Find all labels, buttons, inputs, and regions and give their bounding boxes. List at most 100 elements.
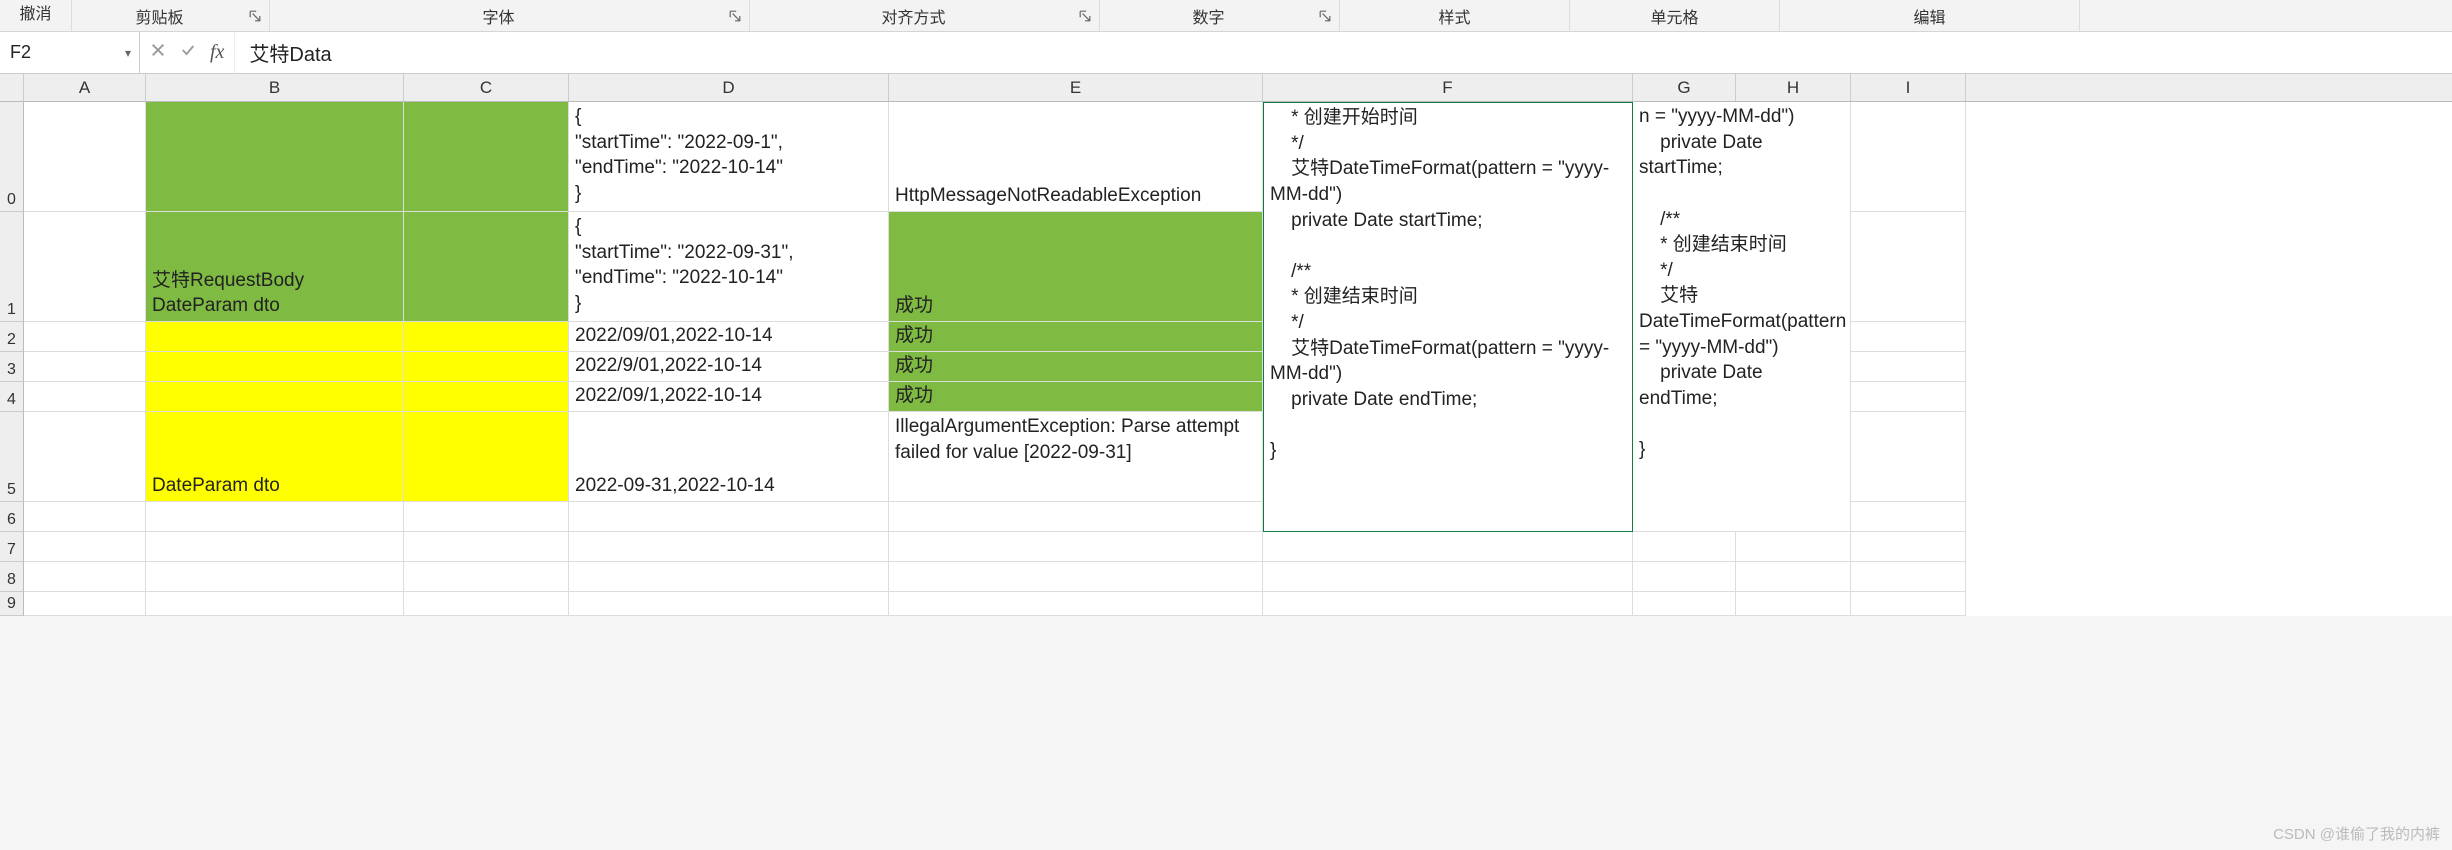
cell[interactable] bbox=[1263, 562, 1633, 592]
cell[interactable] bbox=[146, 562, 404, 592]
cell[interactable]: { "startTime": "2022-09-1", "endTime": "… bbox=[569, 102, 889, 212]
cell[interactable]: 成功 bbox=[889, 352, 1263, 382]
cell[interactable] bbox=[1633, 562, 1736, 592]
cell[interactable] bbox=[24, 322, 146, 352]
cell[interactable]: 艾特RequestBody DateParam dto bbox=[146, 212, 404, 322]
cell[interactable] bbox=[404, 502, 569, 532]
enter-icon[interactable] bbox=[180, 42, 196, 63]
cell[interactable] bbox=[146, 382, 404, 412]
cell[interactable] bbox=[1263, 592, 1633, 616]
cell[interactable] bbox=[404, 562, 569, 592]
cell[interactable] bbox=[1851, 592, 1966, 616]
cell[interactable] bbox=[1851, 412, 1966, 502]
cell[interactable]: 成功 bbox=[889, 382, 1263, 412]
dialog-launcher-icon[interactable] bbox=[1077, 8, 1093, 24]
cancel-icon[interactable] bbox=[150, 42, 166, 63]
cell-F-active[interactable]: * 创建开始时间 */ 艾特DateTimeFormat(pattern = "… bbox=[1263, 102, 1633, 532]
cell[interactable] bbox=[24, 102, 146, 212]
cell[interactable] bbox=[146, 532, 404, 562]
cell[interactable] bbox=[1851, 212, 1966, 322]
name-box[interactable]: F2 ▾ bbox=[0, 32, 140, 73]
row-header[interactable]: 0 bbox=[0, 102, 24, 212]
row-header[interactable]: 4 bbox=[0, 382, 24, 412]
cell-GH-block[interactable]: n = "yyyy-MM-dd") private Date startTime… bbox=[1633, 102, 1851, 532]
cell[interactable] bbox=[404, 412, 569, 502]
row-header[interactable]: 9 bbox=[0, 592, 24, 616]
cell[interactable]: 2022/9/01,2022-10-14 bbox=[569, 352, 889, 382]
cell[interactable] bbox=[146, 502, 404, 532]
dialog-launcher-icon[interactable] bbox=[727, 8, 743, 24]
cell[interactable] bbox=[1633, 532, 1736, 562]
cell[interactable]: IllegalArgumentException: Parse attempt … bbox=[889, 412, 1263, 502]
fx-icon[interactable]: fx bbox=[210, 41, 224, 64]
cell[interactable] bbox=[146, 352, 404, 382]
cell[interactable] bbox=[24, 412, 146, 502]
cell[interactable] bbox=[404, 212, 569, 322]
col-header-F[interactable]: F bbox=[1263, 74, 1633, 101]
cell[interactable] bbox=[146, 592, 404, 616]
chevron-down-icon[interactable]: ▾ bbox=[121, 46, 135, 60]
cell[interactable] bbox=[404, 102, 569, 212]
cell[interactable]: HttpMessageNotReadableException bbox=[889, 102, 1263, 212]
cell[interactable] bbox=[1851, 502, 1966, 532]
cell[interactable] bbox=[24, 382, 146, 412]
cell[interactable] bbox=[146, 322, 404, 352]
cell[interactable] bbox=[1851, 382, 1966, 412]
cell[interactable] bbox=[569, 592, 889, 616]
cell[interactable] bbox=[404, 592, 569, 616]
row-header[interactable]: 2 bbox=[0, 322, 24, 352]
col-header-A[interactable]: A bbox=[24, 74, 146, 101]
cell[interactable] bbox=[1851, 532, 1966, 562]
cell[interactable] bbox=[1736, 562, 1851, 592]
cell[interactable] bbox=[889, 502, 1263, 532]
cell[interactable] bbox=[1736, 532, 1851, 562]
row-header[interactable]: 8 bbox=[0, 562, 24, 592]
undo-button[interactable]: 撤消 bbox=[0, 0, 72, 31]
cell[interactable] bbox=[1851, 562, 1966, 592]
cell[interactable] bbox=[569, 502, 889, 532]
cell[interactable] bbox=[1633, 592, 1736, 616]
cell[interactable] bbox=[889, 592, 1263, 616]
cell[interactable] bbox=[404, 322, 569, 352]
cell[interactable] bbox=[404, 532, 569, 562]
cell[interactable] bbox=[1263, 532, 1633, 562]
cell[interactable] bbox=[24, 532, 146, 562]
cell[interactable]: 成功 bbox=[889, 322, 1263, 352]
cell[interactable] bbox=[1851, 102, 1966, 212]
cell[interactable] bbox=[24, 212, 146, 322]
cell[interactable]: 2022-09-31,2022-10-14 bbox=[569, 412, 889, 502]
col-header-I[interactable]: I bbox=[1851, 74, 1966, 101]
row-header[interactable]: 5 bbox=[0, 412, 24, 502]
cell[interactable]: DateParam dto bbox=[146, 412, 404, 502]
col-header-B[interactable]: B bbox=[146, 74, 404, 101]
formula-input[interactable]: 艾特Data bbox=[235, 32, 2452, 73]
cell[interactable]: { "startTime": "2022-09-31", "endTime": … bbox=[569, 212, 889, 322]
cell[interactable] bbox=[1736, 592, 1851, 616]
cell[interactable] bbox=[404, 382, 569, 412]
col-header-G[interactable]: G bbox=[1633, 74, 1736, 101]
select-all-corner[interactable] bbox=[0, 74, 24, 102]
cell[interactable]: 2022/09/01,2022-10-14 bbox=[569, 322, 889, 352]
col-header-C[interactable]: C bbox=[404, 74, 569, 101]
cell[interactable] bbox=[569, 562, 889, 592]
cell[interactable] bbox=[24, 592, 146, 616]
cell[interactable] bbox=[889, 532, 1263, 562]
cell[interactable] bbox=[24, 352, 146, 382]
cell[interactable]: 成功 bbox=[889, 212, 1263, 322]
cell[interactable] bbox=[1851, 322, 1966, 352]
col-header-E[interactable]: E bbox=[889, 74, 1263, 101]
col-header-D[interactable]: D bbox=[569, 74, 889, 101]
col-header-H[interactable]: H bbox=[1736, 74, 1851, 101]
dialog-launcher-icon[interactable] bbox=[1317, 8, 1333, 24]
cell[interactable] bbox=[24, 502, 146, 532]
cell[interactable] bbox=[569, 532, 889, 562]
cell[interactable] bbox=[889, 562, 1263, 592]
cell[interactable] bbox=[1851, 352, 1966, 382]
row-header[interactable]: 1 bbox=[0, 212, 24, 322]
cell[interactable]: 2022/09/1,2022-10-14 bbox=[569, 382, 889, 412]
row-header[interactable]: 6 bbox=[0, 502, 24, 532]
row-header[interactable]: 7 bbox=[0, 532, 24, 562]
dialog-launcher-icon[interactable] bbox=[247, 8, 263, 24]
row-header[interactable]: 3 bbox=[0, 352, 24, 382]
cell[interactable] bbox=[404, 352, 569, 382]
